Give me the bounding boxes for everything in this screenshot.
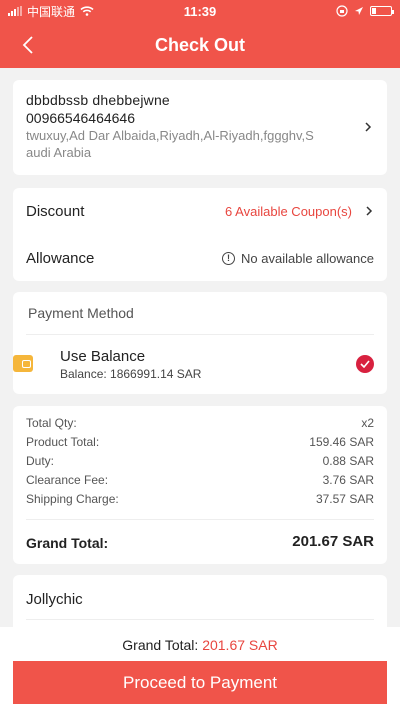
summary-row: Shipping Charge: 37.57 SAR	[26, 492, 374, 508]
bottom-grand-total-label: Grand Total:	[122, 637, 203, 653]
grand-total-value: 201.67 SAR	[292, 533, 374, 550]
status-bar: 中国联通 11:39	[0, 0, 400, 22]
address-name: dbbdbssb dhebbejwne	[26, 92, 170, 108]
back-button[interactable]	[14, 31, 42, 59]
wifi-icon	[80, 6, 94, 16]
address-line-2: audi Arabia	[26, 145, 92, 160]
payment-balance: Balance: 1866991.14 SAR	[60, 367, 202, 381]
summary-value: 37.57 SAR	[315, 492, 374, 506]
summary-row: Clearance Fee: 3.76 SAR	[26, 473, 374, 489]
store-name: Jollychic	[26, 591, 83, 608]
bottom-grand-total-value: 201.67 SAR	[202, 637, 278, 653]
summary-value: 3.76 SAR	[322, 473, 374, 487]
summary-label: Shipping Charge:	[26, 492, 119, 506]
payment-method-title: Payment Method	[28, 305, 134, 321]
summary-label: Clearance Fee:	[26, 473, 109, 487]
header: Check Out	[0, 22, 400, 68]
status-left: 中国联通	[8, 3, 94, 20]
allowance-value: ! No available allowance	[222, 251, 374, 266]
summary-row: Total Qty: x2	[26, 416, 374, 432]
signal-icon	[8, 6, 22, 16]
discount-card: Discount 6 Available Coupon(s) Allowance…	[13, 188, 387, 281]
order-summary-card: Total Qty: x2 Product Total: 159.46 SAR Du…	[13, 406, 387, 564]
summary-value: x2	[361, 416, 374, 430]
allowance-row: Allowance ! No available allowance	[26, 235, 374, 281]
address-phone: 00966546464646	[26, 110, 136, 126]
summary-label: Product Total:	[26, 435, 100, 449]
grand-total-label: Grand Total:	[26, 535, 109, 551]
summary-value: 0.88 SAR	[322, 454, 374, 468]
bottom-grand-total: Grand Total: 201.67 SAR	[0, 637, 400, 653]
battery-icon	[370, 6, 394, 16]
chevron-right-icon	[366, 206, 373, 216]
info-icon: !	[222, 251, 236, 265]
divider	[26, 334, 374, 335]
divider	[26, 519, 374, 520]
address-line-1: twuxuy,Ad Dar Albaida,Riyadh,Al-Riyadh,f…	[26, 128, 314, 143]
proceed-to-payment-button[interactable]: Proceed to Payment	[13, 661, 387, 704]
allowance-text: No available allowance	[241, 250, 374, 266]
store-card: Jollychic	[13, 575, 387, 635]
location-icon	[355, 7, 363, 15]
shipping-address-card[interactable]: dbbdbssb dhebbejwne 00966546464646 twuxu…	[13, 80, 387, 175]
discount-label: Discount	[26, 202, 85, 220]
payment-option-name[interactable]: Use Balance	[60, 348, 145, 365]
summary-row: Product Total: 159.46 SAR	[26, 435, 374, 451]
payment-method-card: Payment Method Use Balance Balance: 1866…	[13, 292, 387, 394]
selected-check-icon[interactable]	[356, 355, 374, 373]
chevron-right-icon	[365, 122, 372, 132]
summary-value: 159.46 SAR	[309, 435, 374, 449]
status-right	[336, 5, 394, 17]
wallet-icon	[13, 355, 33, 372]
summary-label: Duty:	[26, 454, 55, 468]
page-title: Check Out	[154, 34, 246, 55]
checkout-bottom-bar: Grand Total: 201.67 SAR Proceed to Payme…	[0, 627, 400, 711]
summary-row: Duty: 0.88 SAR	[26, 454, 374, 470]
chevron-left-icon	[22, 36, 33, 54]
allowance-label: Allowance	[26, 249, 95, 267]
coupon-link[interactable]: 6 Available Coupon(s)	[225, 204, 352, 219]
discount-row[interactable]: Discount 6 Available Coupon(s)	[26, 188, 374, 234]
carrier-label: 中国联通	[27, 4, 76, 19]
lock-rotation-icon	[336, 5, 348, 17]
summary-label: Total Qty:	[26, 416, 77, 430]
divider	[26, 619, 374, 620]
